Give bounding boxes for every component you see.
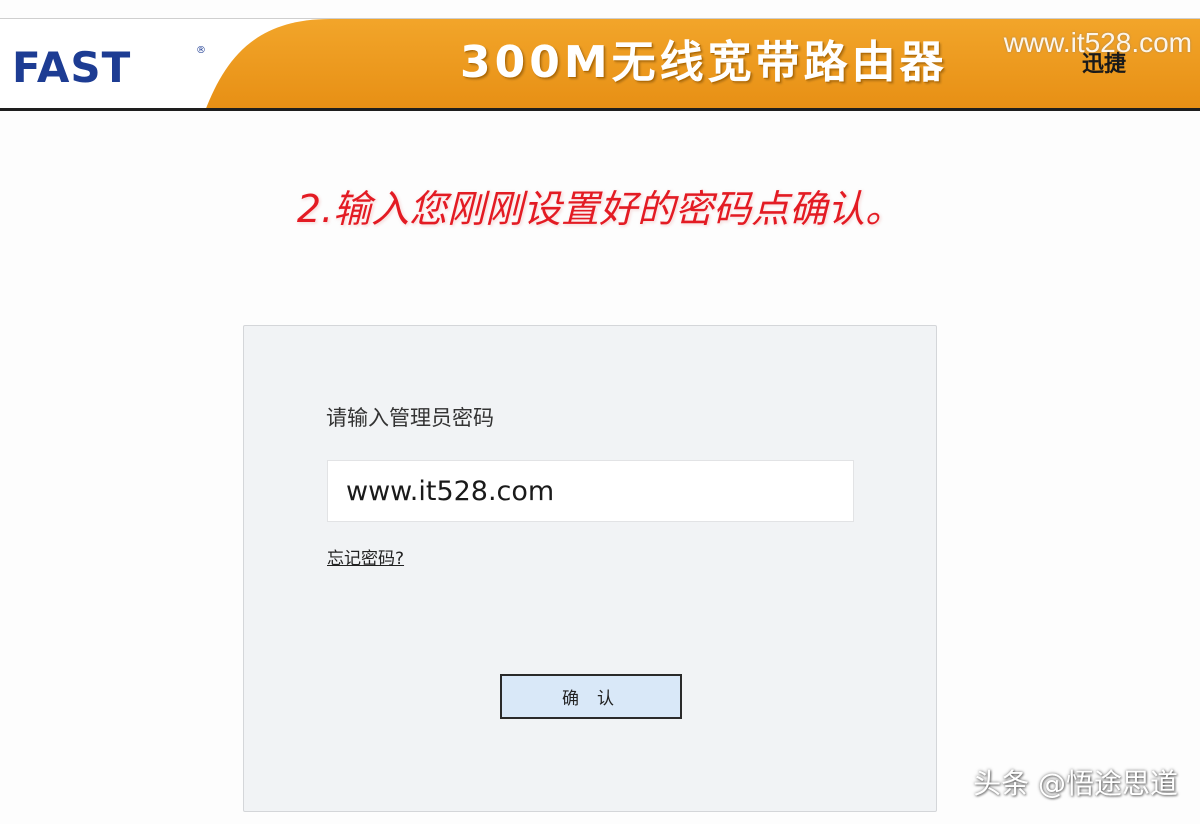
top-watermark: www.it528.com — [1003, 27, 1192, 58]
fast-logo: FAST — [12, 43, 132, 92]
forgot-password-link[interactable]: 忘记密码? — [327, 551, 404, 568]
bottom-watermark: 头条 @悟途思道 — [973, 767, 1178, 800]
confirm-button[interactable]: 确认 — [500, 674, 682, 719]
instruction-caption: 2.输入您刚刚设置好的密码点确认。 — [296, 187, 904, 231]
login-panel: 请输入管理员密码 忘记密码? 确认 — [243, 325, 937, 812]
password-input[interactable] — [327, 460, 854, 522]
password-label: 请输入管理员密码 — [326, 406, 494, 430]
router-header: FAST ® 300M无线宽带路由器 迅捷 www.it528.com — [0, 18, 1200, 111]
header-divider — [0, 108, 1200, 111]
product-title: 300M无线宽带路由器 — [460, 37, 948, 88]
registered-mark: ® — [196, 45, 206, 56]
